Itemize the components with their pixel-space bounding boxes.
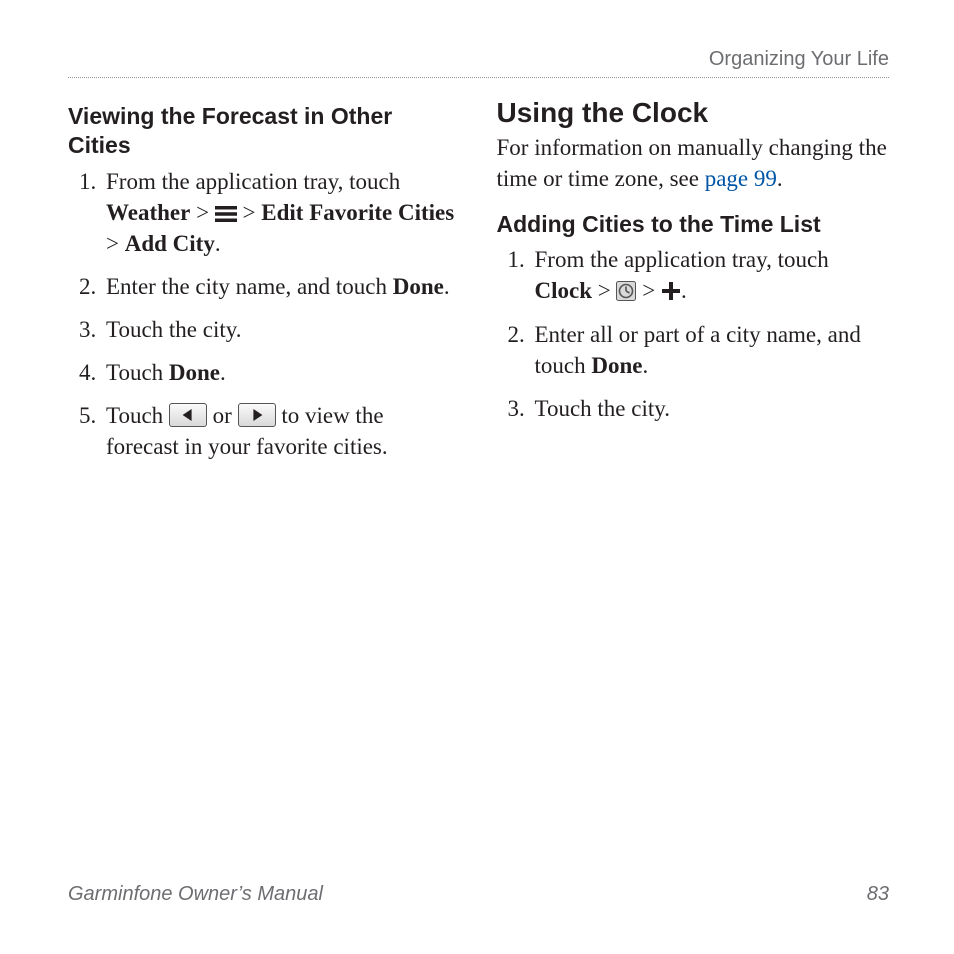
step-text: Touch the city. — [106, 317, 242, 342]
list-item: Enter the city name, and touch Done. — [102, 271, 461, 302]
using-the-clock-heading: Using the Clock — [497, 96, 890, 130]
step-text: From the application tray, touch — [535, 247, 829, 272]
header-rule — [68, 77, 889, 78]
previous-arrow-icon — [169, 403, 207, 427]
forecast-steps: From the application tray, touch Weather… — [68, 166, 461, 462]
step-text: Touch — [106, 403, 169, 428]
period: . — [777, 166, 783, 191]
lead-text: For information on manually changing the… — [497, 135, 887, 191]
sep: > — [592, 278, 616, 303]
right-column: Using the Clock For information on manua… — [497, 96, 890, 474]
period: . — [681, 278, 687, 303]
step-text: From the application tray, touch — [106, 169, 400, 194]
sep: > — [237, 200, 261, 225]
plus-icon — [661, 281, 681, 301]
list-item: Touch the city. — [102, 314, 461, 345]
weather-label: Weather — [106, 200, 190, 225]
list-icon — [215, 205, 237, 223]
add-city-label: Add City — [125, 231, 215, 256]
list-item: Touch or to view the forecast in your fa… — [102, 400, 461, 462]
content-columns: Viewing the Forecast in Other Cities Fro… — [68, 96, 889, 474]
step-text: Enter all or part of a city name, and to… — [535, 322, 861, 378]
sep: > — [636, 278, 660, 303]
clock-icon — [616, 281, 636, 301]
adding-cities-heading: Adding Cities to the Time List — [497, 210, 890, 239]
done-label: Done — [393, 274, 444, 299]
step-text: or — [207, 403, 238, 428]
clock-label: Clock — [535, 278, 593, 303]
edit-favorite-cities-label: Edit Favorite Cities — [261, 200, 454, 225]
manual-page: Organizing Your Life Viewing the Forecas… — [0, 0, 954, 954]
step-text: Touch the city. — [535, 396, 671, 421]
period: . — [215, 231, 221, 256]
list-item: From the application tray, touch Weather… — [102, 166, 461, 259]
left-column: Viewing the Forecast in Other Cities Fro… — [68, 96, 461, 474]
list-item: Enter all or part of a city name, and to… — [531, 319, 890, 381]
sep: > — [190, 200, 214, 225]
clock-steps: From the application tray, touch Clock >… — [497, 244, 890, 423]
page-99-link[interactable]: page 99 — [705, 166, 777, 191]
period: . — [220, 360, 226, 385]
done-label: Done — [169, 360, 220, 385]
forecast-heading: Viewing the Forecast in Other Cities — [68, 102, 461, 160]
step-text: Touch — [106, 360, 169, 385]
next-arrow-icon — [238, 403, 276, 427]
running-head: Organizing Your Life — [68, 48, 889, 77]
list-item: Touch Done. — [102, 357, 461, 388]
page-footer: Garminfone Owner’s Manual 83 — [68, 883, 889, 906]
done-label: Done — [591, 353, 642, 378]
period: . — [642, 353, 648, 378]
clock-lead: For information on manually changing the… — [497, 132, 890, 194]
sep: > — [106, 231, 125, 256]
period: . — [444, 274, 450, 299]
step-text: Enter the city name, and touch — [106, 274, 393, 299]
list-item: From the application tray, touch Clock >… — [531, 244, 890, 306]
list-item: Touch the city. — [531, 393, 890, 424]
manual-title: Garminfone Owner’s Manual — [68, 883, 323, 906]
page-number: 83 — [867, 883, 889, 906]
